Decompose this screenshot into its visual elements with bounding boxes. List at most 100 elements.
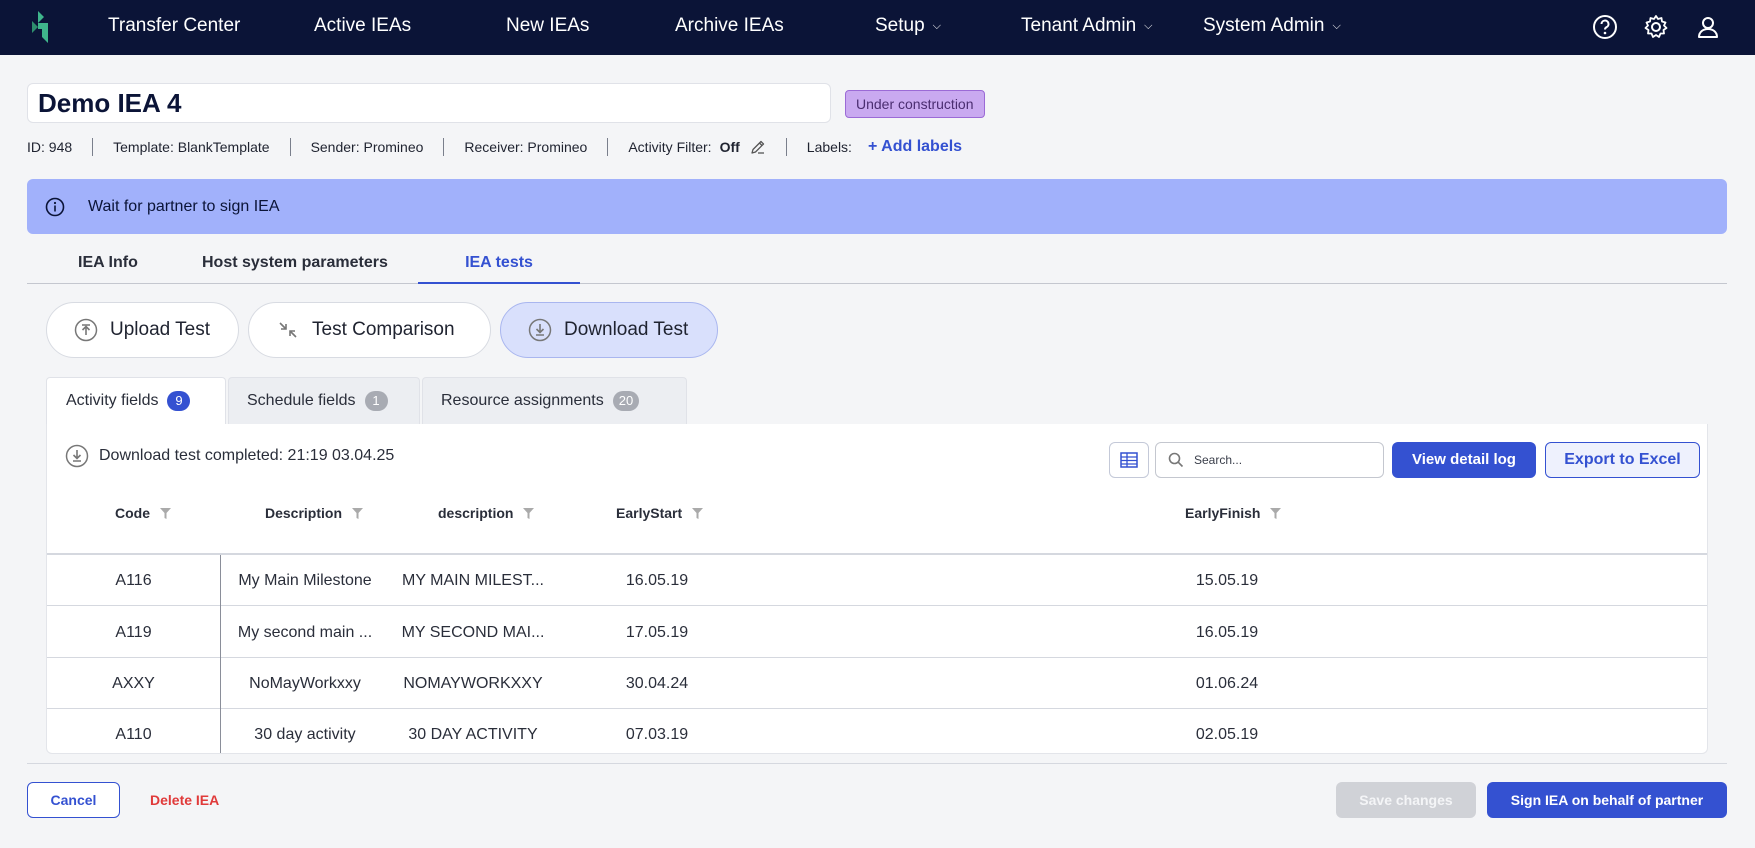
- cell-earlystart: 16.05.19: [625, 572, 689, 589]
- nav-transfer-center[interactable]: Transfer Center: [108, 0, 240, 55]
- tab-host-system-parameters[interactable]: Host system parameters: [202, 247, 388, 284]
- cell-earlyfinish: 02.05.19: [1195, 726, 1259, 743]
- pencil-icon[interactable]: [750, 139, 766, 155]
- activity-fields-panel: Download test completed: 21:19 03.04.25 …: [46, 424, 1708, 754]
- iea-template: Template: BlankTemplate: [113, 139, 270, 155]
- count-badge: 1: [364, 391, 388, 411]
- cell-description: My second main ...: [237, 624, 373, 641]
- cell-description: NoMayWorkxxy: [249, 675, 361, 692]
- nav-new-ieas[interactable]: New IEAs: [506, 0, 589, 55]
- filter-icon[interactable]: [692, 508, 704, 519]
- filter-icon[interactable]: [1270, 508, 1282, 519]
- cell-earlystart: 17.05.19: [625, 624, 689, 641]
- column-header-earlyfinish[interactable]: EarlyFinish: [1185, 491, 1282, 555]
- top-nav: Transfer Center Active IEAs New IEAs Arc…: [0, 0, 1755, 55]
- cell-code: A116: [115, 572, 152, 589]
- search-field[interactable]: [1155, 442, 1384, 478]
- upload-test-button[interactable]: Upload Test: [46, 302, 239, 358]
- chevron-down-icon: ⌵: [932, 20, 941, 32]
- add-labels-link[interactable]: + Add labels: [868, 138, 962, 156]
- labels-label: Labels:: [806, 139, 852, 155]
- search-icon: [1168, 452, 1184, 468]
- column-header-description[interactable]: Description: [265, 491, 364, 555]
- table-header: Code Description description EarlyStart …: [47, 491, 1707, 555]
- iea-id: ID: 948: [27, 139, 73, 155]
- subtab-activity-fields[interactable]: Activity fields 9: [46, 377, 226, 424]
- cell-description-upper: MY SECOND MAI...: [401, 624, 545, 641]
- gear-icon[interactable]: [1643, 14, 1669, 40]
- divider: [92, 138, 94, 156]
- activity-filter-label: Activity Filter:: [628, 139, 712, 155]
- download-test-button[interactable]: Download Test: [500, 302, 718, 358]
- table-row[interactable]: A110 30 day activity 30 DAY ACTIVITY 07.…: [47, 709, 1707, 753]
- save-changes-button[interactable]: Save changes: [1336, 782, 1476, 818]
- main-tabs: IEA Info Host system parameters IEA test…: [27, 247, 1727, 284]
- tab-iea-info[interactable]: IEA Info: [78, 247, 138, 284]
- cell-earlyfinish: 16.05.19: [1195, 624, 1259, 641]
- cell-code: A110: [115, 726, 152, 743]
- columns-icon: [1120, 452, 1138, 468]
- filter-icon[interactable]: [352, 508, 364, 519]
- user-icon[interactable]: [1695, 14, 1721, 40]
- column-header-code[interactable]: Code: [115, 491, 171, 555]
- chevron-down-icon: ⌵: [1144, 20, 1153, 32]
- cell-description-upper: MY MAIN MILEST...: [402, 572, 544, 589]
- activity-filter-value: Off: [719, 139, 740, 155]
- nav-setup[interactable]: Setup ⌵: [875, 0, 941, 55]
- help-icon[interactable]: [1592, 14, 1618, 40]
- count-badge: 9: [167, 391, 191, 411]
- search-input[interactable]: [1194, 453, 1364, 467]
- divider: [785, 138, 787, 156]
- iea-sender: Sender: Promineo: [310, 139, 424, 155]
- cell-description: 30 day activity: [254, 726, 356, 743]
- test-comparison-button[interactable]: Test Comparison: [248, 302, 491, 358]
- divider: [443, 138, 445, 156]
- view-detail-log-button[interactable]: View detail log: [1392, 442, 1536, 478]
- nav-active-ieas[interactable]: Active IEAs: [314, 0, 411, 55]
- subtab-resource-assignments[interactable]: Resource assignments 20: [422, 377, 687, 424]
- download-icon: [528, 318, 552, 342]
- table-row[interactable]: A116 My Main Milestone MY MAIN MILEST...…: [47, 555, 1707, 606]
- chevron-down-icon: ⌵: [1332, 20, 1341, 32]
- info-icon: [45, 197, 65, 216]
- app-logo[interactable]: [30, 9, 56, 45]
- footer-divider: [27, 763, 1727, 764]
- divider: [607, 138, 609, 156]
- cell-earlystart: 30.04.24: [625, 675, 689, 692]
- cell-description: My Main Milestone: [238, 572, 372, 589]
- filter-icon[interactable]: [160, 508, 171, 519]
- filter-icon[interactable]: [523, 508, 535, 519]
- info-banner: Wait for partner to sign IEA: [27, 179, 1727, 234]
- download-status: Download test completed: 21:19 03.04.25: [65, 444, 394, 468]
- iea-title-field[interactable]: Demo IEA 4: [27, 83, 831, 123]
- iea-meta-row: ID: 948 Template: BlankTemplate Sender: …: [27, 137, 962, 157]
- cell-description-upper: NOMAYWORKXXY: [403, 675, 543, 692]
- subtab-schedule-fields[interactable]: Schedule fields 1: [228, 377, 420, 424]
- column-header-earlystart[interactable]: EarlyStart: [616, 491, 704, 555]
- status-badge: Under construction: [845, 90, 985, 118]
- nav-tenant-admin[interactable]: Tenant Admin ⌵: [1021, 0, 1152, 55]
- banner-message: Wait for partner to sign IEA: [88, 197, 280, 215]
- delete-iea-button[interactable]: Delete IEA: [150, 782, 219, 818]
- count-badge: 20: [612, 391, 640, 411]
- tab-iea-tests[interactable]: IEA tests: [418, 247, 580, 284]
- cancel-button[interactable]: Cancel: [27, 782, 120, 818]
- cell-code: A119: [115, 624, 152, 641]
- nav-archive-ieas[interactable]: Archive IEAs: [675, 0, 784, 55]
- table-row[interactable]: AXXY NoMayWorkxxy NOMAYWORKXXY 30.04.24 …: [47, 658, 1707, 709]
- column-header-description-upper[interactable]: description: [438, 491, 535, 555]
- upload-icon: [74, 318, 98, 342]
- iea-receiver: Receiver: Promineo: [464, 139, 588, 155]
- frozen-column-divider: [220, 555, 221, 753]
- table-row[interactable]: A119 My second main ... MY SECOND MAI...…: [47, 607, 1707, 658]
- download-icon: [65, 444, 89, 468]
- cell-code: AXXY: [112, 675, 155, 692]
- column-chooser-button[interactable]: [1109, 442, 1149, 478]
- export-to-excel-button[interactable]: Export to Excel: [1545, 442, 1700, 478]
- cell-description-upper: 30 DAY ACTIVITY: [408, 726, 538, 743]
- nav-system-admin[interactable]: System Admin ⌵: [1203, 0, 1341, 55]
- cell-earlyfinish: 01.06.24: [1195, 675, 1259, 692]
- sign-iea-button[interactable]: Sign IEA on behalf of partner: [1487, 782, 1727, 818]
- compare-icon: [279, 322, 297, 338]
- divider: [289, 138, 291, 156]
